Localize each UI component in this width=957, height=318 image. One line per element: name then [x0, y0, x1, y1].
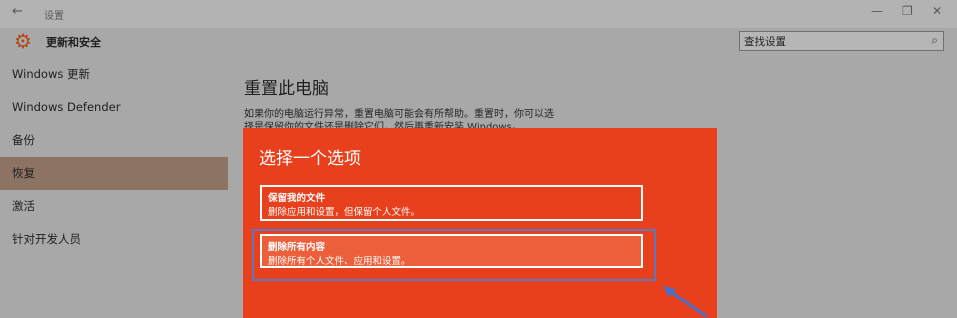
window-title: 设置 — [44, 11, 64, 22]
sidebar-item-for-developers[interactable]: 针对开发人员 — [0, 223, 228, 256]
search-box[interactable]: ⌕ — [739, 31, 944, 51]
option-heading: 保留我的文件 — [268, 193, 326, 204]
sidebar-item-windows-defender[interactable]: Windows Defender — [0, 91, 228, 124]
gear-icon: ⚙ — [14, 29, 32, 53]
sidebar-item-windows-update[interactable]: Windows 更新 — [0, 58, 228, 91]
sidebar-item-recovery[interactable]: 恢复 — [0, 157, 228, 190]
option-subtitle: 删除应用和设置，但保留个人文件。 — [268, 207, 421, 218]
back-arrow-icon[interactable]: ← — [12, 4, 23, 19]
sidebar-item-activation[interactable]: 激活 — [0, 190, 228, 223]
search-input[interactable] — [744, 33, 914, 49]
close-button[interactable]: ✕ — [932, 4, 942, 18]
dialog-title: 选择一个选项 — [259, 149, 361, 169]
annotation-arrow-line — [666, 288, 708, 318]
page-title: 重置此电脑 — [244, 79, 329, 99]
minimize-button[interactable]: — — [871, 4, 883, 18]
highlight-box — [252, 229, 656, 281]
sidebar-item-backup[interactable]: 备份 — [0, 124, 228, 157]
keep-my-files-option[interactable]: 保留我的文件 删除应用和设置，但保留个人文件。 — [260, 185, 643, 221]
search-icon[interactable]: ⌕ — [931, 33, 938, 48]
sidebar: Windows 更新 Windows Defender 备份 恢复 激活 针对开… — [0, 56, 228, 318]
annotation-arrow — [663, 286, 708, 318]
page-category-title: 更新和安全 — [46, 36, 101, 49]
settings-header: ⚙ 更新和安全 ⌕ — [0, 28, 957, 56]
reset-options-dialog: 选择一个选项 保留我的文件 删除应用和设置，但保留个人文件。 删除所有内容 删除… — [243, 128, 717, 318]
maximize-button[interactable]: ❐ — [902, 4, 913, 18]
title-bar: ← 设置 — ❐ ✕ — [0, 0, 957, 28]
